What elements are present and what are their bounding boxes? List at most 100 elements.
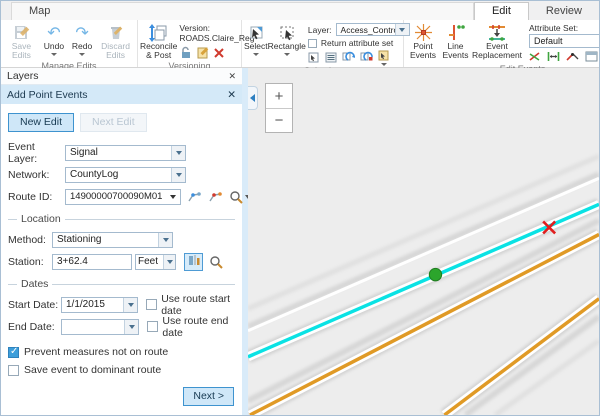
map-view[interactable]: + − (248, 68, 599, 415)
line-events-label: Line Events (440, 42, 471, 61)
point-events-button[interactable]: Point Events (406, 22, 440, 61)
selection-layer-label: Layer: (308, 25, 332, 35)
attribute-set-combobox[interactable]: Default (529, 34, 600, 48)
network-select[interactable]: CountyLog (65, 167, 186, 183)
clear-selection-icon (378, 50, 390, 63)
lock-open-icon[interactable] (179, 46, 192, 61)
redo-button[interactable]: ↷ Redo (68, 22, 96, 56)
layers-pane-header: Layers ✕ (1, 68, 242, 85)
end-date-dropdown-arrow[interactable] (124, 320, 138, 334)
tab-edit[interactable]: Edit (474, 2, 529, 20)
discard-edits-button[interactable]: Discard Edits (96, 22, 135, 61)
redo-label: Redo (72, 42, 92, 51)
ribbon: Save Edits ↶ Undo ↷ Redo Discard Edits (1, 20, 599, 68)
route-id-value: 14900000700090M01 (66, 191, 166, 202)
layers-pane-title: Layers (7, 70, 39, 82)
station-input[interactable]: 3+62.4 (52, 254, 132, 270)
rectangle-select-label: Rectangle (268, 42, 306, 51)
line-events-button[interactable]: Line Events (440, 22, 471, 61)
dates-section-separator: Dates (8, 278, 235, 290)
use-route-start-date-checkbox[interactable] (146, 299, 157, 310)
add-point-events-close-icon[interactable]: ✕ (227, 89, 236, 101)
method-dropdown-arrow[interactable] (158, 233, 172, 247)
select-route-on-map-icon[interactable] (187, 190, 202, 203)
select-dropdown-caret[interactable] (253, 53, 259, 56)
rectangle-dropdown-caret[interactable] (284, 53, 290, 56)
ribbon-tab-bar: Map Edit Review (1, 1, 599, 20)
save-to-dominant-route-checkbox[interactable] (8, 365, 19, 376)
save-edits-icon (12, 23, 30, 42)
station-offset-icon (188, 254, 200, 269)
use-route-start-date-label: Use route start date (161, 293, 235, 317)
new-edit-button[interactable]: New Edit (8, 113, 74, 132)
method-select[interactable]: Stationing (52, 232, 173, 248)
event-attributes-window-icon[interactable] (585, 51, 598, 64)
point-event-marker[interactable] (429, 268, 441, 280)
layers-pane-close-icon[interactable]: ✕ (228, 71, 236, 82)
location-section-separator: Location (8, 213, 235, 225)
next-edit-button[interactable]: Next Edit (80, 113, 147, 132)
reconcile-post-button[interactable]: Reconcile & Post (140, 22, 177, 61)
offset-event-icon[interactable] (547, 51, 560, 64)
event-replacement-button[interactable]: Event Replacement (471, 22, 523, 61)
select-page-icon[interactable] (308, 52, 320, 65)
route-id-label: Route ID: (8, 191, 65, 203)
select-button[interactable]: Select (244, 22, 268, 56)
start-date-picker[interactable]: 1/1/2015 (61, 297, 138, 313)
realign-event-icon[interactable] (529, 51, 541, 64)
station-locate-icon[interactable] (209, 255, 223, 269)
map-zoom-control: + − (265, 83, 293, 133)
save-edits-button[interactable]: Save Edits (3, 22, 40, 61)
delete-version-icon[interactable] (213, 47, 225, 61)
app-window: Map Edit Review Save Edits ↶ Undo (0, 0, 600, 416)
method-label: Method: (8, 234, 52, 246)
line-events-icon (447, 23, 465, 42)
route-id-combobox[interactable]: 14900000700090M01 (65, 189, 181, 205)
dates-section-label: Dates (21, 278, 48, 290)
start-date-label: Start Date: (8, 299, 61, 311)
tab-review[interactable]: Review (529, 3, 599, 20)
select-by-attributes-icon[interactable] (342, 51, 355, 65)
use-route-end-date-checkbox[interactable] (147, 321, 158, 332)
next-button[interactable]: Next > (183, 387, 234, 406)
event-layer-dropdown-arrow[interactable] (171, 146, 185, 160)
reconcile-post-icon (149, 23, 169, 42)
select-route-from-selection-icon[interactable] (208, 190, 223, 203)
zoom-out-button[interactable]: − (266, 108, 292, 132)
network-dropdown-arrow[interactable] (171, 168, 185, 182)
rectangle-select-button[interactable]: Rectangle (268, 22, 306, 56)
redo-icon: ↷ (75, 23, 88, 42)
station-unit-dropdown-arrow[interactable] (163, 255, 175, 269)
clear-selection-button[interactable] (378, 50, 390, 66)
station-unit-select[interactable]: Feet (135, 254, 176, 270)
redo-dropdown-caret[interactable] (79, 53, 85, 56)
collapse-arrow-icon (250, 94, 255, 102)
attribute-set-value: Default (530, 36, 600, 46)
network-label: Network: (8, 169, 65, 181)
prevent-measures-checkbox[interactable] (8, 347, 19, 358)
undo-button[interactable]: ↶ Undo (40, 22, 68, 56)
select-tool-icon (247, 23, 265, 42)
start-date-dropdown-arrow[interactable] (123, 298, 137, 312)
selection-list-icon[interactable] (325, 52, 337, 65)
select-by-location-icon[interactable] (360, 51, 373, 65)
end-date-picker[interactable] (61, 319, 139, 335)
left-panel: Layers ✕ Add Point Events ✕ New Edit Nex… (1, 68, 248, 415)
station-label: Station: (8, 256, 52, 268)
undo-icon: ↶ (47, 23, 60, 42)
selection-layer-combobox[interactable]: Access_Control (336, 23, 410, 36)
tab-map[interactable]: Map (11, 2, 474, 20)
save-edits-label: Save Edits (3, 42, 40, 61)
end-date-label: End Date: (8, 321, 61, 333)
panel-collapse-button[interactable] (248, 86, 258, 110)
selection-layer-value: Access_Control (337, 25, 395, 35)
route-id-dropdown-arrow[interactable] (166, 190, 180, 204)
save-to-dominant-route-label: Save event to dominant route (24, 364, 161, 376)
return-attribute-set-checkbox[interactable] (308, 39, 317, 48)
undo-dropdown-caret[interactable] (51, 53, 57, 56)
split-event-icon[interactable] (566, 51, 579, 64)
event-layer-select[interactable]: Signal (65, 145, 186, 161)
station-pick-button[interactable] (184, 253, 203, 271)
new-version-icon[interactable] (196, 46, 209, 61)
zoom-in-button[interactable]: + (266, 84, 292, 108)
